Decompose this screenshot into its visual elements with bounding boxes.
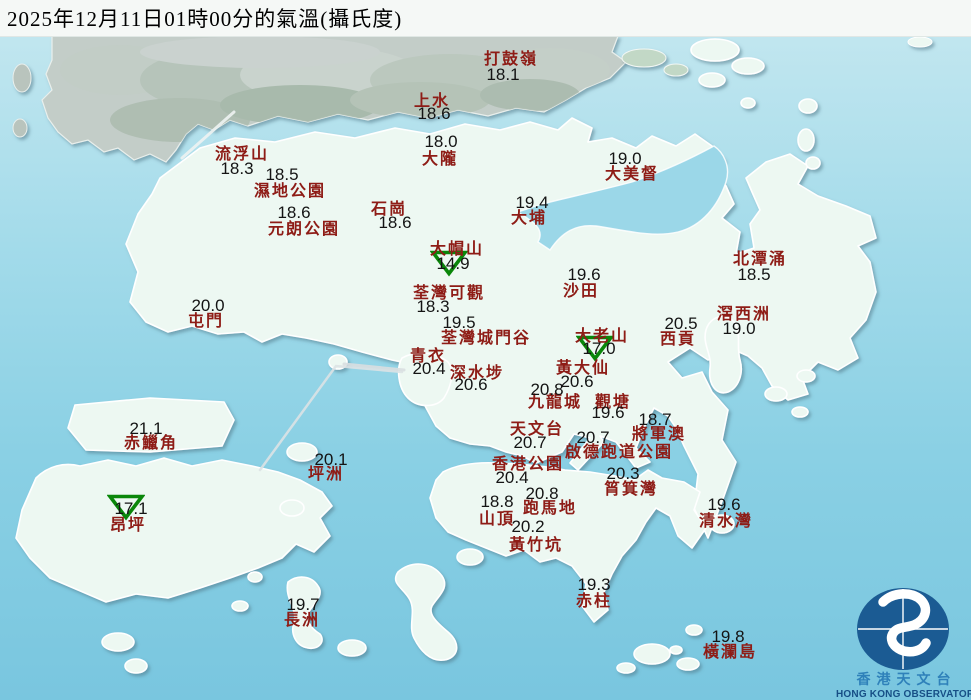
station-temperature-value: 19.7 <box>286 595 320 614</box>
station-temperature-value: 18.6 <box>277 203 311 222</box>
station-temperature-value: 20.6 <box>560 372 594 391</box>
station-temperature-value: 19.6 <box>591 403 625 422</box>
station-temperature-value: 18.6 <box>417 104 451 123</box>
hko-logo-english: HONG KONG OBSERVATORY <box>836 689 971 700</box>
station-temperature-value: 20.7 <box>513 433 547 452</box>
station-temperature-value: 20.6 <box>454 375 488 394</box>
station-temperature-value: 20.3 <box>606 464 640 483</box>
map-title: 2025年12月11日01時00分的氣溫(攝氏度) <box>7 7 403 31</box>
hko-logo-spacer <box>836 584 971 668</box>
station-temperature-value: 18.3 <box>220 159 254 178</box>
stations-layer: 打鼓嶺 18.1 上水 18.6 大隴 18.0 流浮山 18.3 濕地公園 18.5 元朗公園 18… <box>0 0 971 700</box>
station-temperature-value: 19.0 <box>722 319 756 338</box>
station-temperature-value: 19.3 <box>577 575 611 594</box>
station-temperature-value: 19.6 <box>707 495 741 514</box>
station-temperature-value: 18.0 <box>424 132 458 151</box>
station-temperature-value: 20.8 <box>525 484 559 503</box>
station-temperature-value: 17.1 <box>114 499 148 518</box>
station-temperature-value: 21.1 <box>129 419 163 438</box>
station-temperature-value: 19.4 <box>515 193 549 212</box>
station-temperature-value: 20.4 <box>412 359 446 378</box>
station-temperature-value: 19.6 <box>567 265 601 284</box>
station-temperature-value: 20.4 <box>495 468 529 487</box>
station-temperature-value: 18.5 <box>265 165 299 184</box>
station-temperature-value: 14.9 <box>436 254 470 273</box>
station-temperature-value: 18.1 <box>486 65 520 84</box>
station-temperature-value: 19.5 <box>442 313 476 332</box>
hko-logo: 香港天文台 HONG KONG OBSERVATORY <box>836 584 971 700</box>
station-temperature-value: 18.7 <box>638 410 672 429</box>
weather-map-screen: 打鼓嶺 18.1 上水 18.6 大隴 18.0 流浮山 18.3 濕地公園 18.5 元朗公園 18… <box>0 0 971 700</box>
title-bar: 2025年12月11日01時00分的氣溫(攝氏度) <box>0 0 971 37</box>
station-temperature-value: 20.7 <box>576 428 610 447</box>
station-temperature-value: 20.8 <box>530 380 564 399</box>
station-temperature-value: 19.8 <box>711 627 745 646</box>
hko-logo-chinese: 香港天文台 <box>856 673 957 688</box>
station-temperature-value: 20.5 <box>664 314 698 333</box>
station-temperature-value: 18.5 <box>737 265 771 284</box>
station-temperature-value: 20.2 <box>511 517 545 536</box>
station-temperature-value: 18.6 <box>378 213 412 232</box>
station-temperature-value: 18.8 <box>480 492 514 511</box>
station-temperature-value: 20.0 <box>191 296 225 315</box>
station-temperature-value: 19.0 <box>608 149 642 168</box>
station-temperature-value: 17.0 <box>582 339 616 358</box>
station-temperature-value: 20.1 <box>314 450 348 469</box>
